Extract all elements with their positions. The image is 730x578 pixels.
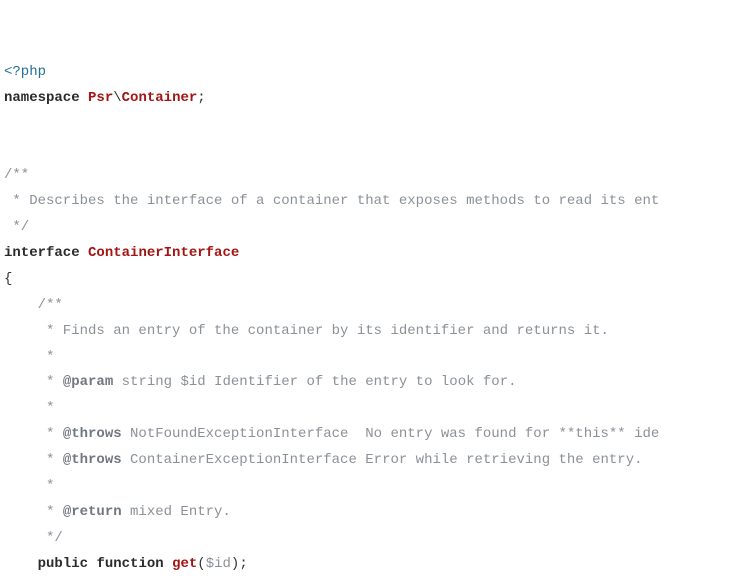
docblock-line: * Describes the interface of a container… <box>4 193 659 209</box>
method-docblock-param-rest: string $id Identifier of the entry to lo… <box>113 374 516 390</box>
keyword-public: public <box>38 556 88 572</box>
namespace-sep: \ <box>113 90 121 106</box>
method-docblock-close: */ <box>4 530 63 546</box>
namespace-psr: Psr <box>88 90 113 106</box>
doctag-throws: @throws <box>63 426 122 442</box>
method-docblock-return-rest: mixed Entry. <box>122 504 231 520</box>
method-docblock-throws1-rest: NotFoundExceptionInterface No entry was … <box>122 426 660 442</box>
method-docblock-throws-pre: * <box>4 426 63 442</box>
docblock-close: */ <box>4 219 29 235</box>
paren-close: ) <box>231 556 239 572</box>
method-docblock-return-pre: * <box>4 504 63 520</box>
method-docblock-param-pre: * <box>4 374 63 390</box>
method-docblock-desc: * Finds an entry of the container by its… <box>4 323 609 339</box>
paren-open: ( <box>197 556 205 572</box>
semicolon: ; <box>239 556 247 572</box>
method-docblock-star: * <box>4 400 54 416</box>
doctag-return: @return <box>63 504 122 520</box>
method-docblock-throws2-rest: ContainerExceptionInterface Error while … <box>122 452 643 468</box>
keyword-function: function <box>96 556 163 572</box>
brace-open: { <box>4 271 12 287</box>
docblock-open: /** <box>4 167 29 183</box>
php-open-tag: <?php <box>4 64 46 80</box>
keyword-interface: interface <box>4 245 80 261</box>
method-docblock-star: * <box>4 349 54 365</box>
doctag-throws: @throws <box>63 452 122 468</box>
method-name: get <box>172 556 197 572</box>
semicolon: ; <box>197 90 205 106</box>
method-docblock-throws-pre: * <box>4 452 63 468</box>
method-docblock-star: * <box>4 478 54 494</box>
variable-id: $id <box>206 556 231 572</box>
keyword-namespace: namespace <box>4 90 80 106</box>
indent <box>4 556 38 572</box>
doctag-param: @param <box>63 374 113 390</box>
namespace-container: Container <box>122 90 198 106</box>
method-docblock-open: /** <box>4 297 63 313</box>
interface-name: ContainerInterface <box>88 245 239 261</box>
